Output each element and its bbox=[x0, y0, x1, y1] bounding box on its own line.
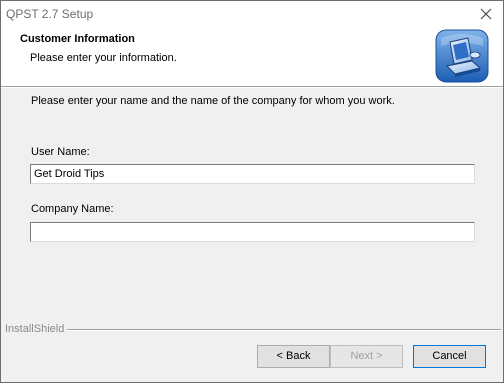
user-name-field[interactable] bbox=[30, 164, 475, 184]
company-name-label: Company Name: bbox=[31, 203, 114, 215]
header-divider bbox=[1, 86, 503, 88]
page-title: Customer Information bbox=[20, 33, 135, 45]
footer-divider bbox=[67, 329, 501, 331]
window-title: QPST 2.7 Setup bbox=[6, 7, 94, 21]
page-subtitle: Please enter your information. bbox=[30, 52, 177, 64]
title-bar: QPST 2.7 Setup bbox=[1, 1, 503, 28]
company-name-field[interactable] bbox=[30, 222, 475, 242]
back-button[interactable]: < Back bbox=[257, 345, 330, 368]
instruction-text: Please enter your name and the name of t… bbox=[31, 95, 395, 107]
close-icon bbox=[480, 8, 492, 20]
setup-dialog: QPST 2.7 Setup Customer Information Plea… bbox=[0, 0, 504, 383]
next-button[interactable]: Next > bbox=[330, 345, 403, 368]
header-panel: Customer Information Please enter your i… bbox=[1, 28, 503, 86]
close-button[interactable] bbox=[469, 1, 503, 28]
installshield-brand: InstallShield bbox=[5, 323, 65, 335]
cancel-button[interactable]: Cancel bbox=[413, 345, 486, 368]
user-name-label: User Name: bbox=[31, 146, 90, 158]
installer-computer-icon bbox=[435, 29, 489, 83]
